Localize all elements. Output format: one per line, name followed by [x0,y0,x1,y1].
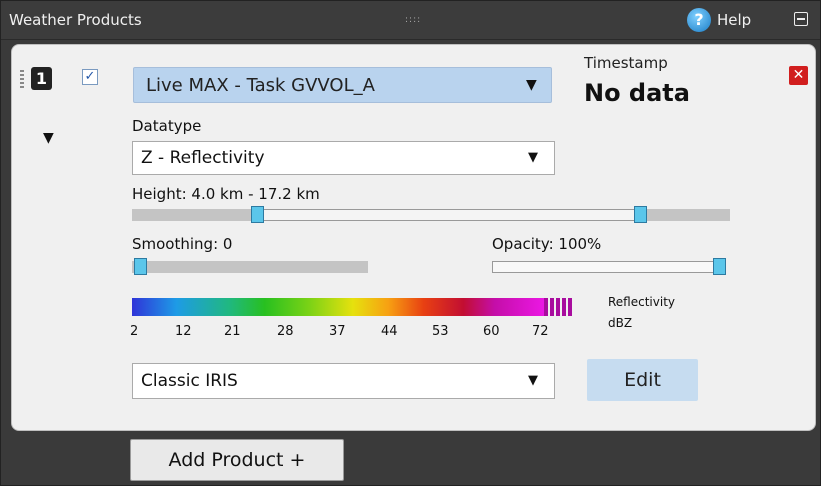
colorbar-tick: 2 [130,324,139,339]
add-product-button[interactable]: Add Product + [130,439,344,481]
datatype-label: Datatype [132,117,202,135]
smoothing-thumb[interactable] [134,258,147,275]
height-min-thumb[interactable] [251,206,265,223]
legend-unit: dBZ [608,316,633,330]
product-index: 1 [31,67,52,90]
timestamp-value: No data [584,79,690,107]
colorbar-tick: 28 [277,324,294,339]
opacity-thumb[interactable] [713,258,726,275]
reflectivity-colorbar [132,298,574,316]
dropdown-arrow-icon: ▼ [528,373,538,388]
datatype-select[interactable]: Z - Reflectivity ▼ [132,141,555,175]
product-card: 1 ✓ ▼ Live MAX - Task GVVOL_A ▼ Timestam… [11,44,816,431]
height-max-thumb[interactable] [633,206,647,223]
task-select[interactable]: Live MAX - Task GVVOL_A ▼ [133,67,552,103]
minimize-icon[interactable] [794,12,808,26]
legend-title: Reflectivity [608,295,676,309]
edit-button[interactable]: Edit [587,359,698,401]
panel-titlebar[interactable]: Weather Products :::: ? Help [1,1,820,40]
colorbar-tick: 53 [432,324,449,339]
panel-title: Weather Products [9,11,142,29]
datatype-select-value: Z - Reflectivity [141,148,265,168]
timestamp-label: Timestamp [584,54,668,72]
opacity-label: Opacity: 100% [492,235,602,253]
help-icon[interactable]: ? [687,8,711,32]
expand-arrow-icon[interactable]: ▼ [43,130,54,146]
colorbar-tick: 44 [381,324,398,339]
drag-handle-icon[interactable] [20,70,24,88]
colorbar-tick: 21 [224,324,241,339]
height-range-slider[interactable] [132,206,730,223]
colorbar-tick: 37 [329,324,346,339]
opacity-slider[interactable] [492,258,726,275]
dropdown-arrow-icon: ▼ [528,150,538,165]
colorbar-tick: 60 [483,324,500,339]
smoothing-label: Smoothing: 0 [132,235,233,253]
weather-products-panel: Weather Products :::: ? Help 1 ✓ ▼ Live … [0,0,821,486]
smoothing-slider[interactable] [132,258,368,275]
dropdown-arrow-icon: ▼ [526,77,537,93]
product-enabled-checkbox[interactable]: ✓ [82,69,98,85]
colorbar-overflow-stripes [544,298,574,316]
help-link[interactable]: Help [717,11,751,29]
colorbar-tick: 72 [532,324,549,339]
task-select-value: Live MAX - Task GVVOL_A [146,75,375,96]
colorbar-tick: 12 [175,324,192,339]
height-range-fill [257,209,641,221]
drag-grip-icon[interactable]: :::: [405,15,421,25]
height-label: Height: 4.0 km - 17.2 km [132,185,320,203]
close-icon[interactable]: ✕ [789,66,808,85]
palette-select-value: Classic IRIS [141,371,238,391]
palette-select[interactable]: Classic IRIS ▼ [132,363,555,399]
